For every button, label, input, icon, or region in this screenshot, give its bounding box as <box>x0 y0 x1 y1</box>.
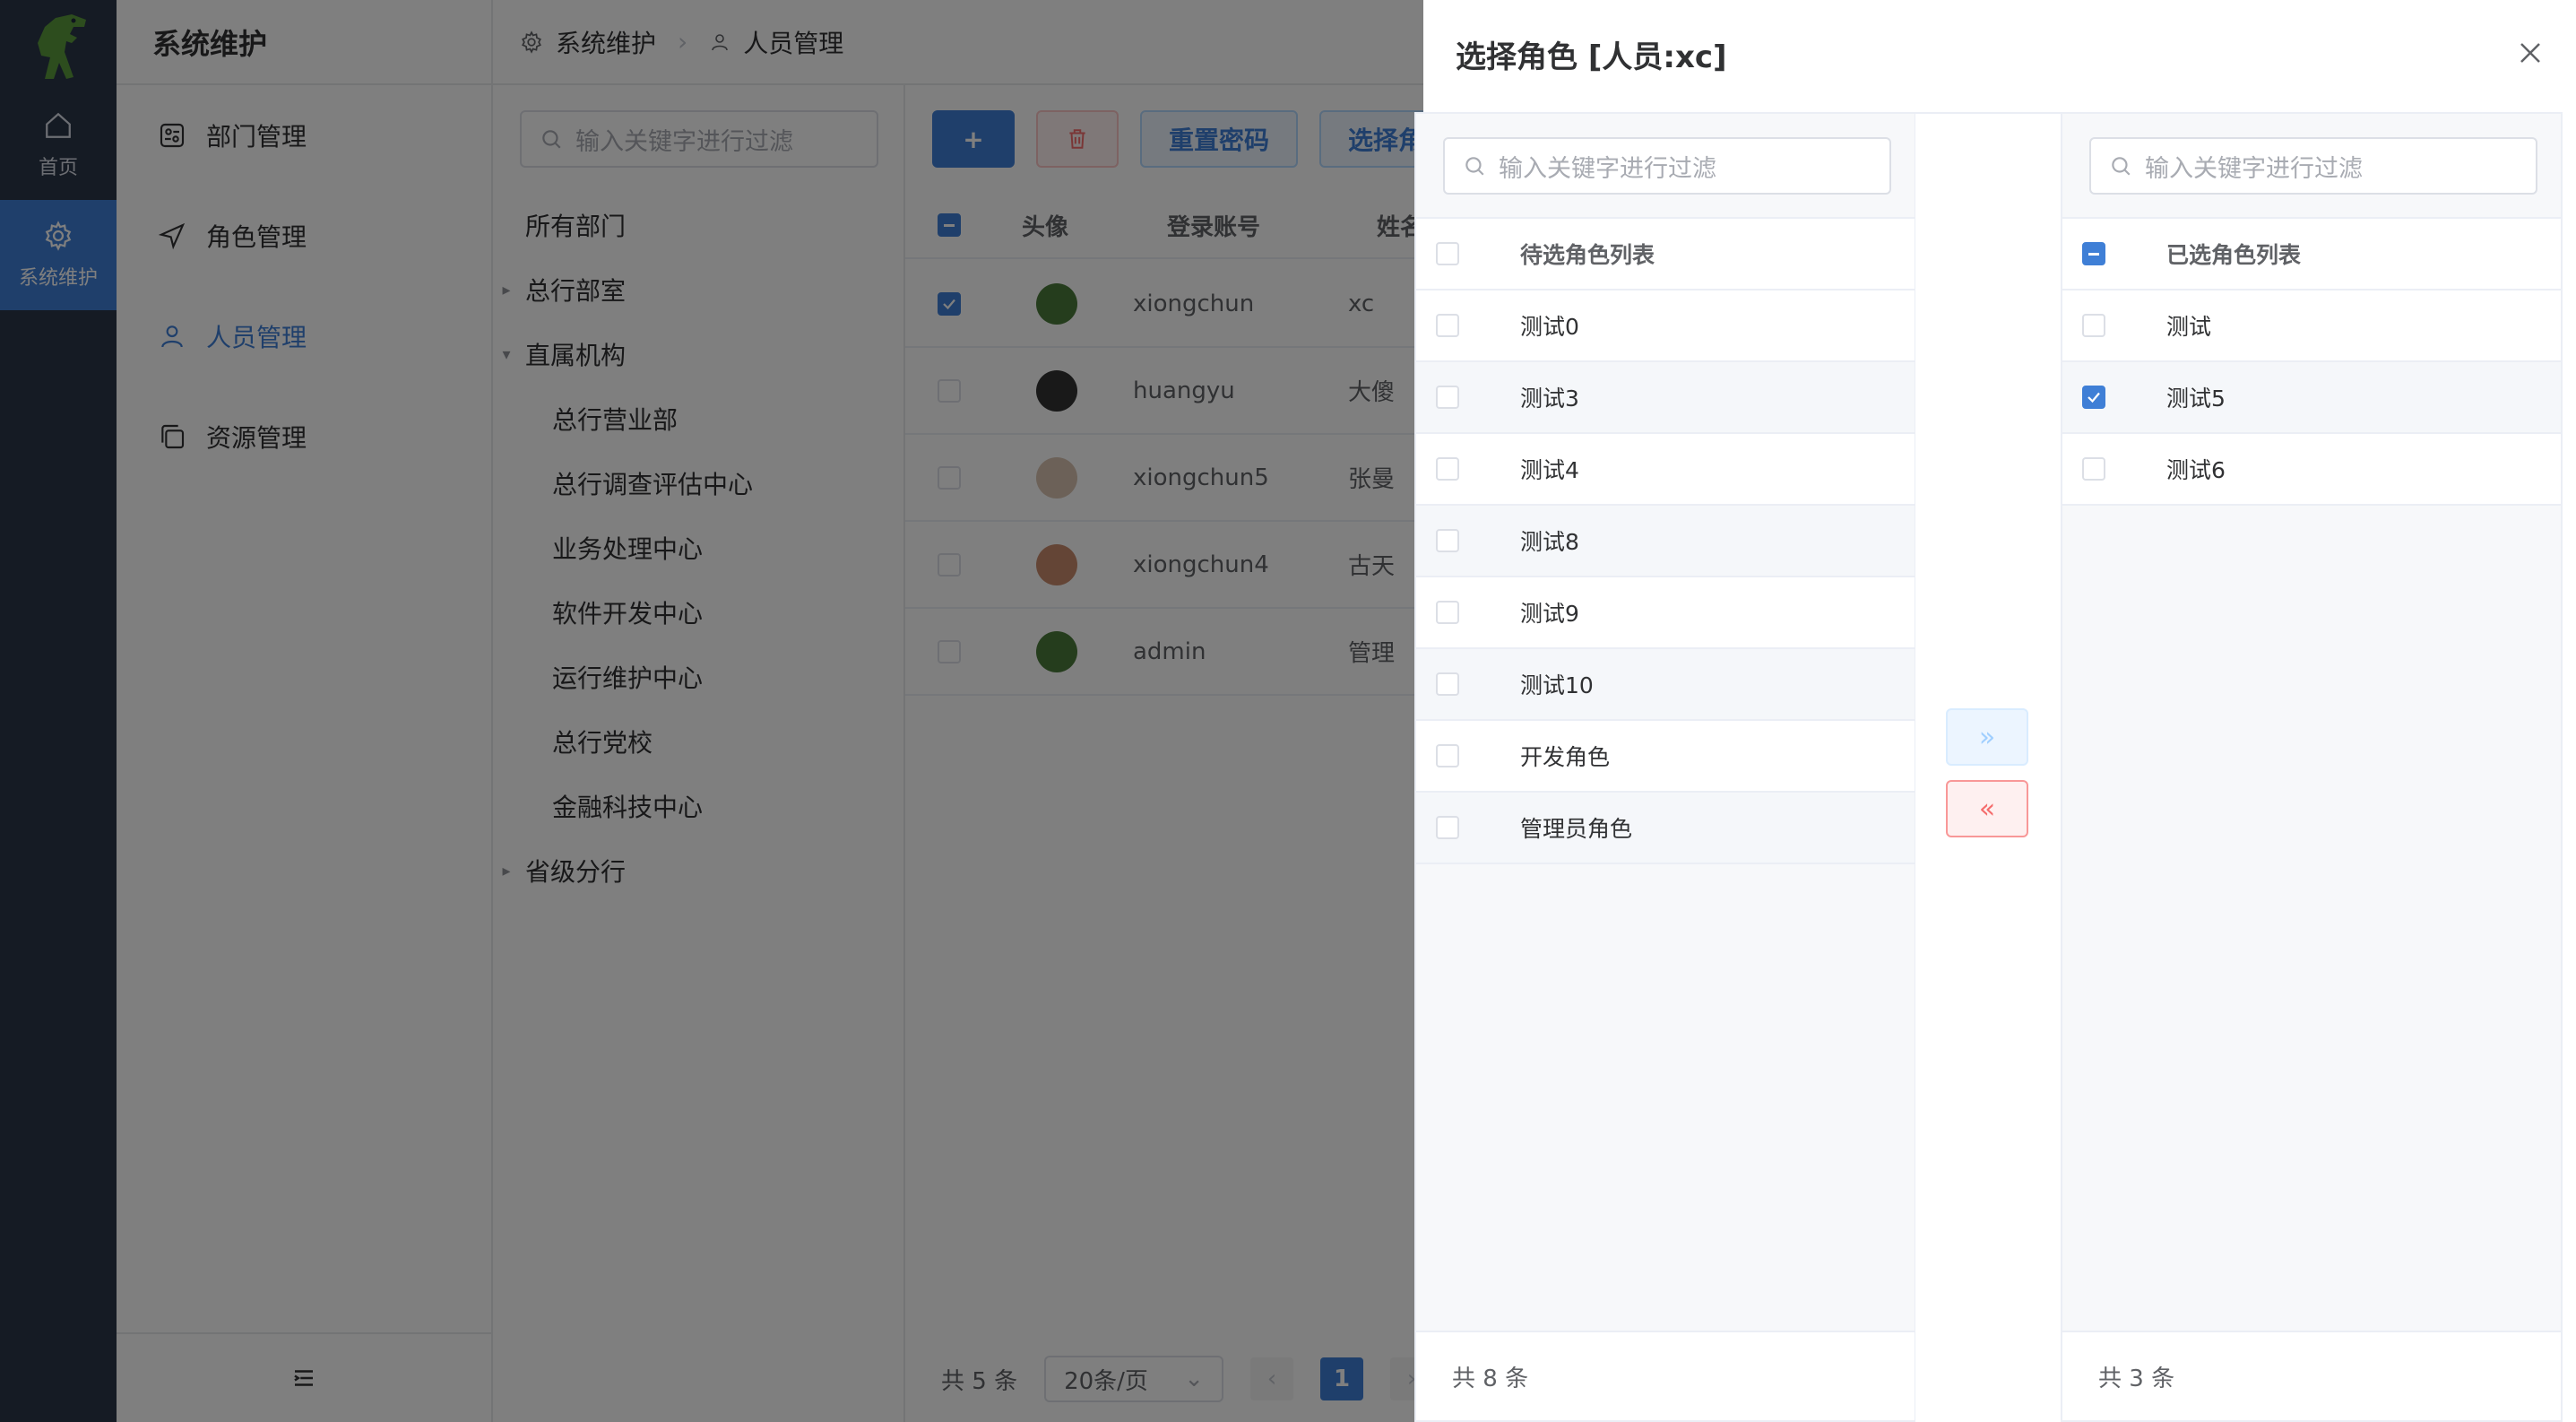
item-checkbox[interactable] <box>1436 744 1459 767</box>
list-item[interactable]: 测试8 <box>1416 506 1915 577</box>
item-label: 开发角色 <box>1520 744 1611 770</box>
item-checkbox[interactable] <box>1436 314 1459 337</box>
list-item[interactable]: 开发角色 <box>1416 721 1915 793</box>
transfer-buttons: » « <box>1915 112 2061 1422</box>
search-icon <box>2112 157 2131 176</box>
item-checkbox[interactable] <box>1436 386 1459 409</box>
item-checkbox[interactable] <box>1436 816 1459 839</box>
list-item[interactable]: 测试4 <box>1416 434 1915 506</box>
available-header-label: 待选角色列表 <box>1520 242 1655 268</box>
selected-header-label: 已选角色列表 <box>2166 242 2302 268</box>
item-label: 测试9 <box>1520 601 1579 627</box>
selected-roles-panel: 输入关键字进行过滤 已选角色列表 测试测试5 测试6 共 3 条 <box>2061 112 2563 1422</box>
available-header: 待选角色列表 <box>1416 217 1915 290</box>
list-item[interactable]: 管理员角色 <box>1416 793 1915 864</box>
move-right-button[interactable]: » <box>1946 708 2028 766</box>
list-item[interactable]: 测试3 <box>1416 362 1915 434</box>
close-button[interactable] <box>2517 39 2544 70</box>
selected-search-placeholder: 输入关键字进行过滤 <box>2145 154 2363 183</box>
item-label: 测试8 <box>1520 529 1579 555</box>
item-label: 测试5 <box>2166 386 2226 412</box>
available-footer: 共 8 条 <box>1416 1331 1915 1420</box>
drawer-title: 选择角色 [人员:xc] <box>1456 39 1727 75</box>
selected-footer: 共 3 条 <box>2062 1331 2561 1420</box>
available-roles-panel: 输入关键字进行过滤 待选角色列表 测试0 测试3 测试4 测试8 测试9 测试10 开发角色… <box>1414 112 1916 1422</box>
list-item[interactable]: 测试9 <box>1416 577 1915 649</box>
list-item[interactable]: 测试10 <box>1416 649 1915 721</box>
available-search-placeholder: 输入关键字进行过滤 <box>1499 154 1716 183</box>
list-item[interactable]: 测试 <box>2062 290 2561 362</box>
item-checkbox[interactable] <box>2082 314 2105 337</box>
list-item[interactable]: 测试0 <box>1416 290 1915 362</box>
item-checkbox[interactable] <box>2082 457 2105 481</box>
item-checkbox[interactable] <box>1436 601 1459 624</box>
item-label: 管理员角色 <box>1520 816 1633 842</box>
item-checkbox[interactable] <box>1436 672 1459 696</box>
available-search-input[interactable]: 输入关键字进行过滤 <box>1443 137 1891 195</box>
selected-search-input[interactable]: 输入关键字进行过滤 <box>2089 137 2537 195</box>
available-select-all-checkbox[interactable] <box>1436 242 1459 265</box>
list-item[interactable]: 测试6 <box>2062 434 2561 506</box>
item-checkbox[interactable] <box>1436 457 1459 481</box>
item-label: 测试 <box>2166 314 2212 340</box>
item-label: 测试4 <box>1520 457 1579 483</box>
item-label: 测试6 <box>2166 457 2226 483</box>
close-icon <box>2520 43 2540 63</box>
item-checkbox[interactable] <box>1436 529 1459 552</box>
move-left-button[interactable]: « <box>1946 780 2028 837</box>
item-label: 测试10 <box>1520 672 1594 698</box>
item-label: 测试0 <box>1520 314 1579 340</box>
selected-select-all-checkbox[interactable] <box>2082 242 2105 265</box>
item-checkbox[interactable] <box>2082 386 2105 409</box>
search-icon <box>1465 157 1484 176</box>
list-item[interactable]: 测试5 <box>2062 362 2561 434</box>
modal-overlay[interactable] <box>0 0 1423 1422</box>
selected-header: 已选角色列表 <box>2062 217 2561 290</box>
item-label: 测试3 <box>1520 386 1579 412</box>
